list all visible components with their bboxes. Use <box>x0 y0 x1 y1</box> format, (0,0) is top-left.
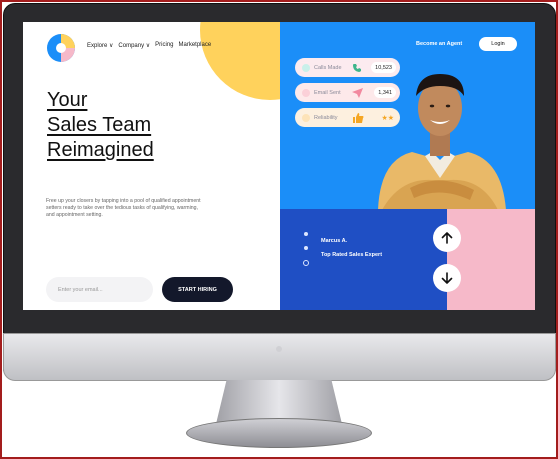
stat-swatch <box>302 88 310 97</box>
email-input[interactable] <box>46 277 153 302</box>
carousel-dot-active[interactable] <box>303 260 309 266</box>
nav-explore[interactable]: Explore ∨ <box>87 42 113 49</box>
stat-label: Email Sent <box>314 89 341 96</box>
carousel-dots <box>303 232 309 266</box>
thumbs-up-icon <box>353 112 364 123</box>
monitor-chin <box>3 333 556 381</box>
nav-company[interactable]: Company ∨ <box>118 42 150 49</box>
headline-line-2: Sales Team <box>47 114 152 136</box>
monitor-base <box>186 418 372 448</box>
right-panel: Become an Agent Login Calls Made 10,523 … <box>280 22 535 310</box>
monitor-screen: Explore ∨ Company ∨ Pricing Marketplace … <box>23 22 535 310</box>
stat-label: Reliability <box>314 114 338 121</box>
nav-marketplace[interactable]: Marketplace <box>179 42 212 49</box>
agent-title: Top Rated Sales Expert <box>321 252 383 258</box>
next-agent-button[interactable] <box>433 264 461 292</box>
previous-agent-button[interactable] <box>433 224 461 252</box>
paper-plane-icon <box>352 87 363 98</box>
headline-line-1: Your <box>47 89 88 111</box>
agent-photo <box>378 74 506 210</box>
carousel-controls-panel <box>447 209 535 310</box>
become-agent-link[interactable]: Become an Agent <box>416 41 462 47</box>
login-button[interactable]: Login <box>479 37 517 51</box>
phone-icon <box>353 63 361 72</box>
stat-label: Calls Made <box>314 64 342 71</box>
arrow-up-icon <box>441 232 453 244</box>
stat-swatch <box>302 113 310 122</box>
nav-pricing[interactable]: Pricing <box>155 42 173 49</box>
hero-headline: Your Sales Team Reimagined <box>47 88 154 163</box>
top-nav: Explore ∨ Company ∨ Pricing Marketplace <box>87 42 211 49</box>
agent-name: Marcus A. <box>321 238 348 244</box>
hero-description: Free up your closers by tapping into a p… <box>46 198 201 218</box>
arrow-down-icon <box>441 272 453 284</box>
left-panel: Explore ∨ Company ∨ Pricing Marketplace … <box>23 22 280 310</box>
headline-line-3: Reimagined <box>47 139 154 161</box>
brand-logo-icon[interactable] <box>46 33 76 63</box>
carousel-dot[interactable] <box>304 246 308 250</box>
start-hiring-button[interactable]: START HIRING <box>162 277 233 302</box>
decorative-yellow-circle <box>200 22 280 100</box>
stat-swatch <box>302 63 310 72</box>
carousel-dot[interactable] <box>304 232 308 236</box>
camera-dot <box>276 346 282 352</box>
